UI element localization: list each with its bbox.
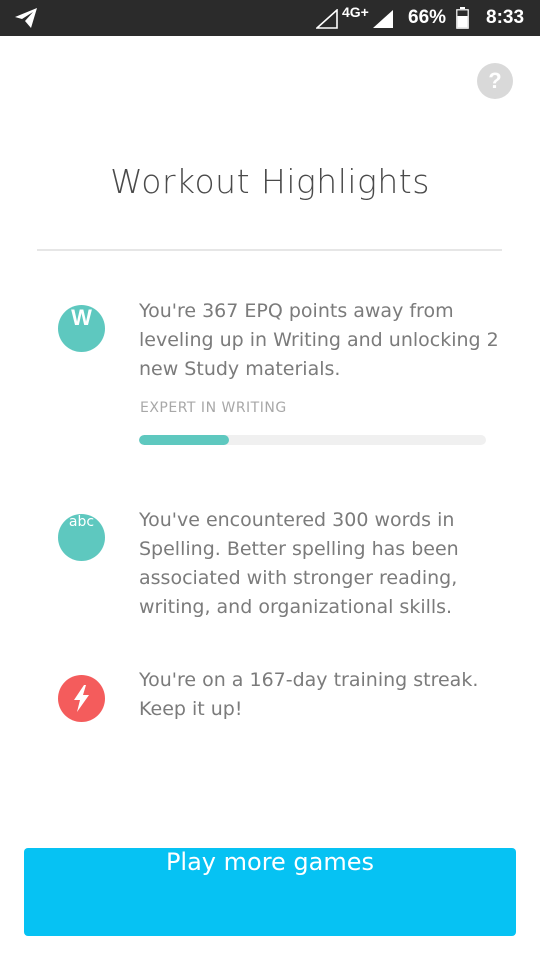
help-button[interactable]: ? [477,63,513,99]
spelling-highlight-text: You've encountered 300 words in Spelling… [139,509,459,618]
battery-percent: 66% [408,7,447,28]
network-type: 4G+ [342,4,369,20]
telegram-icon [15,8,37,28]
skill-progress-fill [139,435,230,445]
signal-full-icon [373,10,393,28]
writing-highlight-text: You're 367 EPQ points away from leveling… [139,300,499,380]
writing-icon: W [58,305,105,352]
page-title: Workout Highlights [110,162,430,201]
battery-icon [456,7,469,29]
skill-progress-bar [139,435,486,445]
play-more-games-button[interactable]: Play more games [24,848,516,936]
streak-highlight-text: You're on a 167-day training streak. Kee… [139,669,479,720]
clock: 8:33 [486,7,525,28]
question-mark-icon: ? [488,68,502,93]
status-bar: 4G+ 66% 8:33 [0,0,540,36]
skill-level-label: EXPERT IN WRITING [140,400,287,416]
divider [37,249,502,251]
signal-empty-icon [316,9,338,29]
lightning-bolt-icon [58,675,105,722]
spelling-abc-icon: abc [58,514,105,561]
